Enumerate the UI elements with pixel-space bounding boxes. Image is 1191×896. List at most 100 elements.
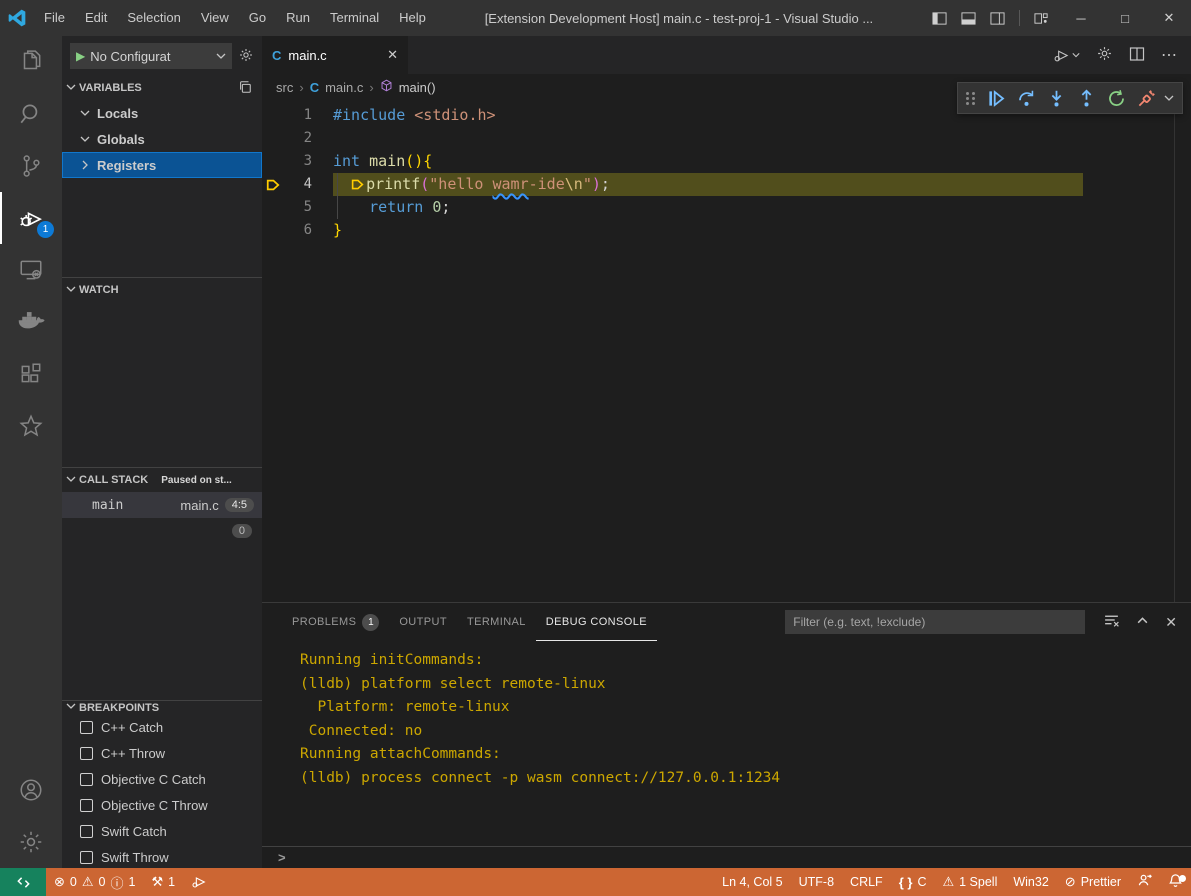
launch-settings-gear-icon[interactable] [238,47,254,66]
panel-tab-terminal[interactable]: TERMINAL [457,603,536,641]
checkbox-unchecked[interactable] [80,851,93,864]
menu-terminal[interactable]: Terminal [320,0,389,36]
tab-main-c[interactable]: C main.c ✕ [262,36,408,74]
breakpoint-c-throw[interactable]: C++ Throw [62,740,262,766]
panel-tab-output[interactable]: OUTPUT [389,603,457,641]
breakpoint-c-catch[interactable]: C++ Catch [62,714,262,740]
customize-layout-icon[interactable] [1034,11,1049,26]
toggle-secondary-sidebar-icon[interactable] [990,11,1005,26]
checkbox-unchecked[interactable] [80,747,93,760]
panel-tab-debug-console[interactable]: DEBUG CONSOLE [536,603,657,641]
menu-file[interactable]: File [34,0,75,36]
breakpoint-objective-c-catch[interactable]: Objective C Catch [62,766,262,792]
spell-status[interactable]: ⚠1 Spell [934,868,1005,896]
glyph-margin[interactable] [262,196,284,219]
variables-header[interactable]: VARIABLES [62,76,262,100]
start-debug-icon[interactable]: ▶ [76,49,85,63]
tasks-status[interactable]: ⚒1 [143,868,183,896]
settings-gear-icon[interactable] [0,816,62,868]
continue-button[interactable] [984,86,1008,110]
clear-console-icon[interactable] [1103,612,1120,632]
run-or-debug-button[interactable] [1053,47,1080,64]
notifications[interactable] [1160,868,1191,896]
close-button[interactable]: ✕ [1147,0,1191,36]
breakpoint-objective-c-throw[interactable]: Objective C Throw [62,792,262,818]
run-and-debug-icon[interactable]: 1 [0,192,62,244]
menu-run[interactable]: Run [276,0,320,36]
menu-selection[interactable]: Selection [117,0,190,36]
debug-status-icon[interactable] [183,868,215,896]
platform[interactable]: Win32 [1005,868,1056,896]
breadcrumb-item[interactable]: src [276,80,293,95]
source-control-icon[interactable] [0,140,62,192]
watch-header[interactable]: WATCH [62,278,262,302]
restart-button[interactable] [1104,86,1128,110]
copy-value-icon[interactable] [238,80,252,97]
chevron-down-icon[interactable] [1164,91,1174,106]
variables-item-registers[interactable]: Registers [62,152,262,178]
menu-edit[interactable]: Edit [75,0,117,36]
close-tab-icon[interactable]: ✕ [387,47,398,63]
maximize-button[interactable]: □ [1103,0,1147,36]
star-icon[interactable] [0,400,62,452]
maximize-panel-icon[interactable] [1136,614,1149,630]
code-line-5[interactable]: 5 return 0; [262,196,1191,219]
menu-go[interactable]: Go [239,0,276,36]
code-line-4[interactable]: 4 printf("hello wamr-ide\n"); [262,173,1191,196]
explorer-icon[interactable] [0,36,62,88]
disconnect-button[interactable] [1134,86,1158,110]
checkbox-unchecked[interactable] [80,825,93,838]
encoding[interactable]: UTF-8 [791,868,842,896]
minimize-button[interactable]: ─ [1059,0,1103,36]
toolbar-drag-handle-icon[interactable] [966,92,976,105]
glyph-margin[interactable] [262,104,284,127]
docker-icon[interactable] [0,296,62,348]
console-filter-input[interactable] [785,610,1085,634]
close-panel-icon[interactable]: ✕ [1165,614,1177,631]
checkbox-unchecked[interactable] [80,799,93,812]
panel-tab-problems[interactable]: PROBLEMS1 [282,603,389,641]
step-into-button[interactable] [1044,86,1068,110]
toggle-panel-icon[interactable] [961,11,976,26]
debug-console-input[interactable]: > [262,846,1191,868]
step-out-button[interactable] [1074,86,1098,110]
remote-indicator[interactable] [0,868,46,896]
extensions-icon[interactable] [0,348,62,400]
accounts-icon[interactable] [0,764,62,816]
feedback[interactable] [1129,868,1160,896]
more-actions-icon[interactable]: ⋯ [1161,45,1177,65]
checkbox-unchecked[interactable] [80,773,93,786]
debug-configuration-dropdown[interactable]: ▶ No Configurat [70,43,232,69]
remote-explorer-icon[interactable] [0,244,62,296]
breadcrumb-item[interactable]: main() [399,80,436,95]
step-over-button[interactable] [1014,86,1038,110]
code-line-3[interactable]: 3int main(){ [262,150,1191,173]
breakpoint-swift-throw[interactable]: Swift Throw [62,844,262,868]
menu-view[interactable]: View [191,0,239,36]
checkbox-unchecked[interactable] [80,721,93,734]
code-line-2[interactable]: 2 [262,127,1191,150]
breadcrumb-item[interactable]: main.c [325,80,363,95]
glyph-margin[interactable] [262,150,284,173]
menu-help[interactable]: Help [389,0,436,36]
debug-console-output[interactable]: Running initCommands:(lldb) platform sel… [262,641,1191,846]
code-editor[interactable]: 1#include <stdio.h>23int main(){4 printf… [262,100,1191,602]
split-editor-icon[interactable] [1129,46,1145,65]
toggle-sidebar-icon[interactable] [932,11,947,26]
problems-status[interactable]: ⊗0 ⚠0 ⓘ1 [46,868,143,896]
code-line-6[interactable]: 6} [262,219,1191,242]
glyph-margin[interactable] [262,219,284,242]
breakpoint-swift-catch[interactable]: Swift Catch [62,818,262,844]
cursor-position[interactable]: Ln 4, Col 5 [714,868,790,896]
language-mode[interactable]: { }C [891,868,935,896]
debug-current-step-icon[interactable] [262,173,284,196]
variables-item-locals[interactable]: Locals [62,100,262,126]
eol[interactable]: CRLF [842,868,891,896]
variables-item-globals[interactable]: Globals [62,126,262,152]
glyph-margin[interactable] [262,127,284,150]
formatter[interactable]: ⊘Prettier [1057,868,1129,896]
search-icon[interactable] [0,88,62,140]
call-stack-header[interactable]: CALL STACK Paused on st... [62,468,262,492]
call-stack-frame[interactable]: mainmain.c4:5 [62,492,262,518]
breakpoints-header[interactable]: BREAKPOINTS [62,701,262,714]
